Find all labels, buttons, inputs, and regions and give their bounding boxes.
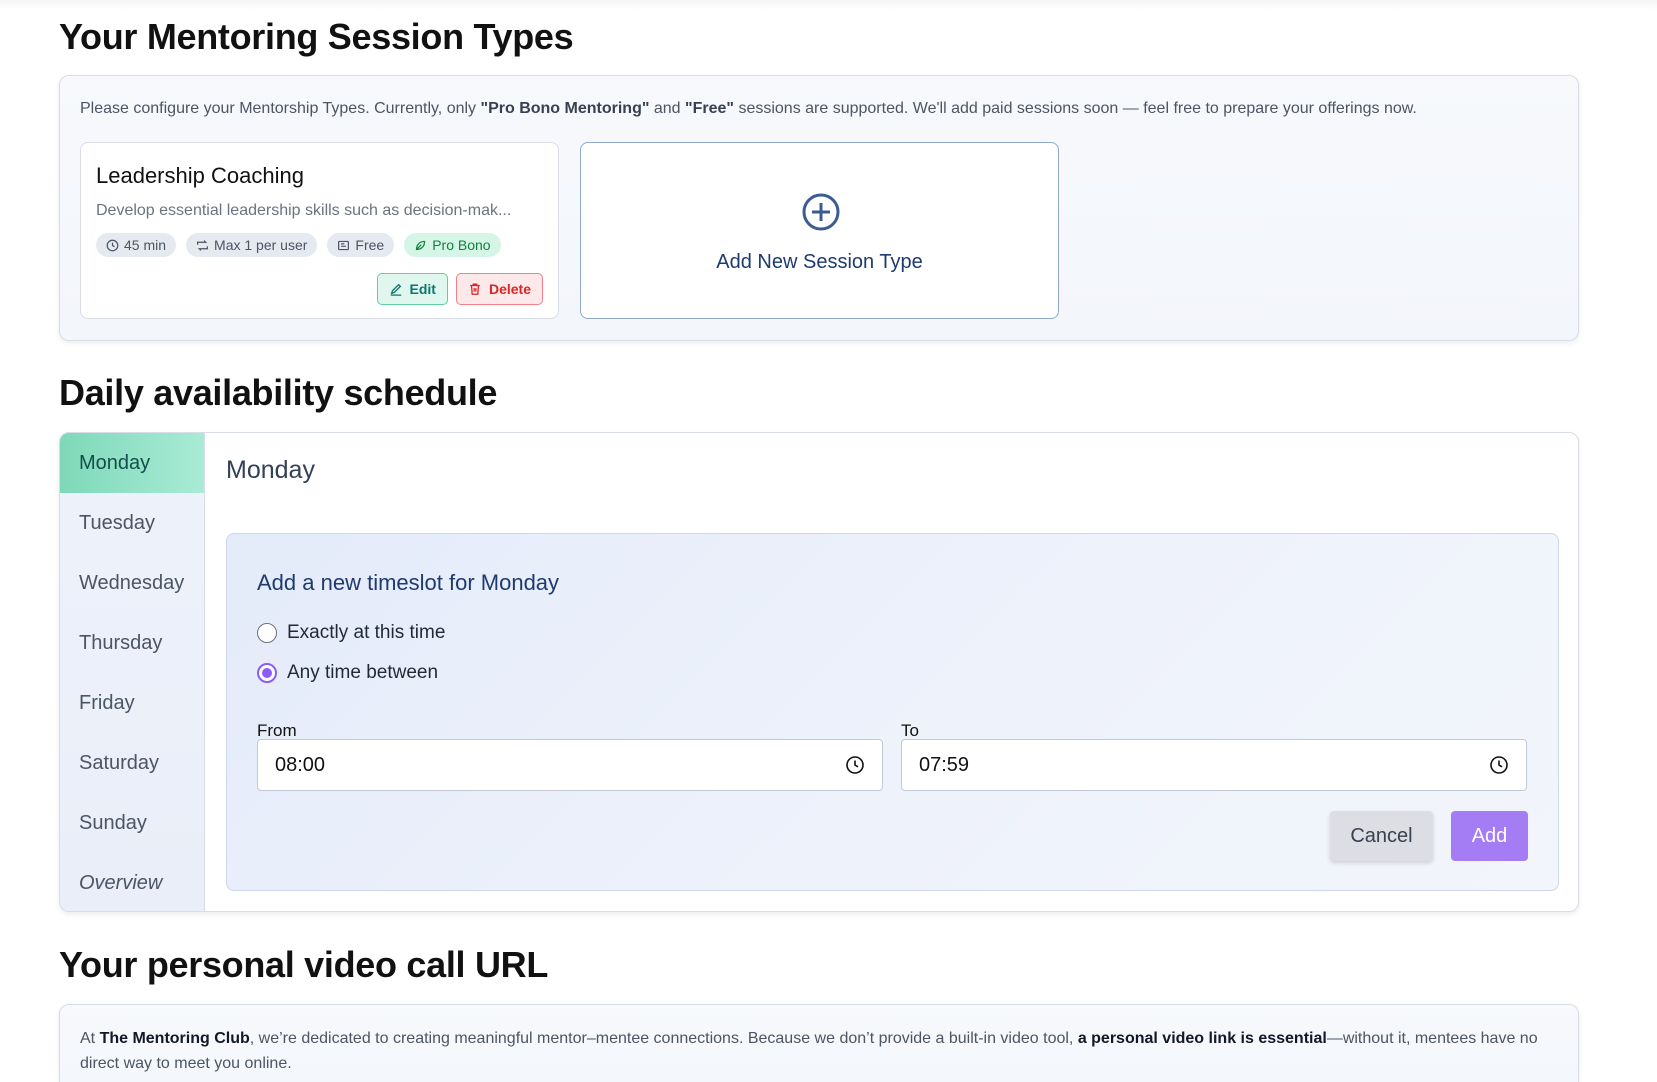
clock-icon (106, 239, 119, 251)
leaf-icon (416, 240, 426, 250)
session-type-chips: 45 min Max 1 per user Free Pro Bono (96, 233, 501, 257)
pencil-icon (390, 283, 401, 296)
tab-overview[interactable]: Overview (60, 853, 204, 911)
repeat-icon (197, 239, 209, 251)
session-types-title: Your Mentoring Session Types (59, 16, 574, 57)
video-url-card: At The Mentoring Club, we’re dedicated t… (59, 1004, 1579, 1082)
session-types-card: Please configure your Mentorship Types. … (59, 75, 1579, 341)
tab-sunday[interactable]: Sunday (60, 793, 204, 853)
clock-icon[interactable] (845, 755, 865, 775)
session-types-intro: Please configure your Mentorship Types. … (80, 100, 1417, 117)
cancel-button[interactable]: Cancel (1330, 811, 1433, 861)
schedule-title: Daily availability schedule (59, 372, 498, 413)
price-chip: Free (327, 233, 395, 257)
session-type-card: Leadership Coaching Develop essential le… (80, 142, 559, 319)
delete-session-button[interactable]: Delete (455, 273, 543, 305)
plus-circle-icon (802, 193, 840, 231)
day-tabs: Monday Tuesday Wednesday Thursday Friday… (60, 433, 205, 911)
video-url-description: At The Mentoring Club, we’re dedicated t… (80, 1030, 1538, 1072)
add-session-type-label: Add New Session Type (716, 251, 923, 273)
clock-icon[interactable] (1489, 755, 1509, 775)
edit-session-button[interactable]: Edit (376, 273, 448, 305)
tab-wednesday[interactable]: Wednesday (60, 553, 204, 613)
option-time-between[interactable]: Any time between (257, 662, 438, 684)
video-url-title: Your personal video call URL (59, 944, 549, 985)
session-type-description: Develop essential leadership skills such… (96, 202, 512, 219)
from-label: From (257, 721, 297, 740)
tab-tuesday[interactable]: Tuesday (60, 493, 204, 553)
new-timeslot-title: Add a new timeslot for Monday (257, 570, 560, 595)
session-type-title: Leadership Coaching (96, 163, 304, 188)
option-exact-time[interactable]: Exactly at this time (257, 622, 445, 644)
schedule-card: Monday Tuesday Wednesday Thursday Friday… (59, 432, 1579, 912)
tab-monday[interactable]: Monday (60, 433, 204, 493)
limit-chip: Max 1 per user (186, 233, 318, 257)
session-type-actions: Edit Delete (376, 273, 543, 305)
trash-icon (470, 283, 480, 295)
radio-exact[interactable] (257, 623, 277, 643)
to-label: To (901, 721, 919, 740)
add-session-type-button[interactable]: Add New Session Type (580, 142, 1059, 319)
tab-saturday[interactable]: Saturday (60, 733, 204, 793)
duration-chip: 45 min (96, 233, 177, 257)
radio-between[interactable] (257, 663, 277, 683)
to-time-input[interactable]: 07:59 (901, 739, 1527, 791)
selected-day-title: Monday (226, 456, 315, 484)
new-timeslot-form: Add a new timeslot for Monday Exactly at… (226, 533, 1559, 891)
top-shadow (0, 0, 1657, 10)
add-timeslot-button[interactable]: Add (1451, 811, 1528, 861)
from-time-input[interactable]: 08:00 (257, 739, 883, 791)
type-chip: Pro Bono (404, 233, 501, 257)
tab-thursday[interactable]: Thursday (60, 613, 204, 673)
tab-friday[interactable]: Friday (60, 673, 204, 733)
banknote-icon (338, 240, 350, 250)
